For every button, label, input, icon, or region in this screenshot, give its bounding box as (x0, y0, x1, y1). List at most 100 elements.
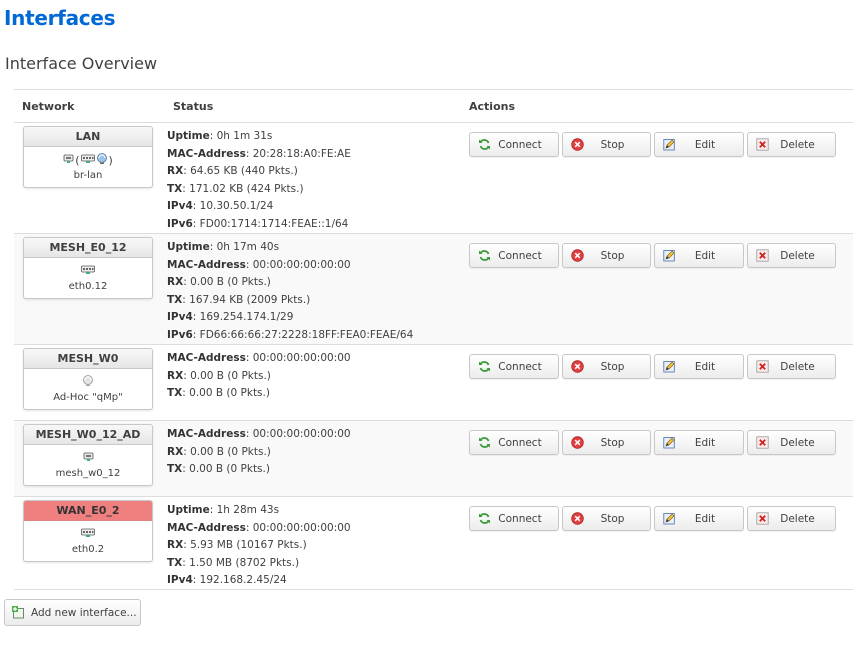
status-line: IPv4: 192.168.2.45/24 (167, 574, 287, 586)
status-label: Uptime (167, 504, 210, 516)
device-icons (24, 263, 152, 279)
status-line: TX: 171.02 KB (424 Pkts.) (167, 182, 304, 195)
device-icons (24, 450, 152, 466)
edit-button[interactable]: Edit (654, 354, 744, 379)
status-label: RX (167, 165, 184, 177)
status-label: IPv4 (167, 311, 193, 323)
status-line: IPv6: FD66:66:66:27:2228:18FF:FEA0:FEAE/… (167, 328, 414, 341)
wifi-icon (96, 153, 108, 167)
status-value: 00:00:00:00:00:00 (252, 258, 351, 271)
stop-button[interactable]: Stop (562, 132, 651, 157)
edit-button[interactable]: Edit (654, 430, 744, 455)
delete-button[interactable]: Delete (747, 430, 836, 455)
status-label: IPv4 (167, 574, 193, 586)
interface-status: Uptime: 0h 1m 31s MAC-Address: 20:28:18:A… (167, 128, 351, 233)
row-actions: Connect Stop Edit Delete (469, 430, 836, 455)
switch-icon (81, 264, 95, 278)
table-row: WAN_E0_2 eth0.2 Uptime: 1h 28m 43s MAC-Addr… (14, 497, 853, 590)
paren-text: ) (108, 153, 113, 167)
row-actions: Connect Stop Edit Delete (469, 132, 836, 157)
status-line: TX: 0.00 B (0 Pkts.) (167, 463, 270, 475)
delete-button[interactable]: Delete (747, 132, 836, 157)
connect-button[interactable]: Connect (469, 354, 559, 379)
table-body: LAN () br-lan Uptime: 0h 1m 31s MAC-Address:… (14, 123, 853, 590)
ethernet-icon (83, 451, 94, 465)
status-label: TX (167, 293, 183, 306)
stop-icon (571, 512, 584, 525)
stop-button[interactable]: Stop (562, 430, 651, 455)
status-label: TX (167, 387, 183, 399)
network-badge[interactable]: MESH_W0_12_AD mesh_w0_12 (23, 424, 153, 486)
wifi-disabled-icon (82, 375, 94, 389)
status-label: Uptime (167, 241, 210, 253)
edit-icon (663, 139, 675, 151)
status-label: MAC-Address (167, 521, 246, 534)
status-value: 169.254.174.1/29 (199, 311, 294, 323)
column-header-network: Network (22, 100, 75, 113)
status-value: 0.00 B (0 Pkts.) (190, 369, 271, 382)
status-line: MAC-Address: 00:00:00:00:00:00 (167, 352, 351, 364)
status-value: 0.00 B (0 Pkts.) (190, 276, 271, 288)
device-icons: () (24, 152, 152, 168)
edit-button[interactable]: Edit (654, 506, 744, 531)
delete-icon (756, 249, 769, 262)
status-value: 00:00:00:00:00:00 (252, 352, 351, 364)
status-line: MAC-Address: 20:28:18:A0:FE:AE (167, 147, 351, 160)
network-badge[interactable]: MESH_E0_12 eth0.12 (23, 237, 153, 299)
status-line: RX: 0.00 B (0 Pkts.) (167, 369, 271, 382)
edit-icon (663, 361, 675, 373)
status-value: 20:28:18:A0:FE:AE (252, 147, 351, 160)
switch-icon (81, 527, 95, 541)
status-line: TX: 167.94 KB (2009 Pkts.) (167, 293, 311, 306)
status-value: 0.00 B (0 Pkts.) (189, 387, 270, 399)
refresh-icon (479, 139, 490, 150)
page-title: Interfaces (4, 6, 116, 30)
status-value: 00:00:00:00:00:00 (252, 428, 351, 440)
status-line: Uptime: 0h 1m 31s (167, 130, 273, 142)
switch-icon (80, 153, 95, 167)
edit-button[interactable]: Edit (654, 243, 744, 268)
add-interface-label: Add new interface... (31, 606, 137, 619)
status-label: MAC-Address (167, 258, 246, 271)
network-badge[interactable]: MESH_W0 Ad-Hoc "qMp" (23, 348, 153, 410)
connect-button[interactable]: Connect (469, 506, 559, 531)
status-value: 0h 17m 40s (216, 241, 280, 253)
column-header-status: Status (173, 100, 214, 113)
connect-button[interactable]: Connect (469, 430, 559, 455)
status-value: 0h 1m 31s (216, 130, 273, 142)
stop-button[interactable]: Stop (562, 506, 651, 531)
status-value: 64.65 KB (440 Pkts.) (190, 165, 298, 177)
status-label: TX (167, 556, 183, 569)
status-value: 5.93 MB (10167 Pkts.) (190, 539, 307, 551)
status-line: RX: 0.00 B (0 Pkts.) (167, 276, 271, 288)
status-label: TX (167, 182, 183, 195)
stop-button[interactable]: Stop (562, 243, 651, 268)
edit-button[interactable]: Edit (654, 132, 744, 157)
add-interface-button[interactable]: Add new interface... (4, 599, 141, 626)
status-label: MAC-Address (167, 147, 246, 160)
row-actions: Connect Stop Edit Delete (469, 354, 836, 379)
status-value: 0.00 B (0 Pkts.) (190, 445, 271, 458)
status-value: 00:00:00:00:00:00 (252, 521, 351, 534)
connect-button[interactable]: Connect (469, 132, 559, 157)
status-label: TX (167, 463, 183, 475)
stop-icon (571, 249, 584, 262)
delete-button[interactable]: Delete (747, 506, 836, 531)
status-label: MAC-Address (167, 428, 246, 440)
status-line: RX: 5.93 MB (10167 Pkts.) (167, 539, 307, 551)
delete-button[interactable]: Delete (747, 354, 836, 379)
section-title: Interface Overview (5, 54, 158, 73)
network-badge[interactable]: LAN () br-lan (23, 126, 153, 188)
network-badge[interactable]: WAN_E0_2 eth0.2 (23, 500, 153, 562)
status-label: IPv6 (167, 217, 193, 230)
table-row: MESH_W0 Ad-Hoc "qMp" MAC-Address: 00:00:00… (14, 345, 853, 421)
column-header-actions: Actions (469, 100, 515, 113)
connect-button[interactable]: Connect (469, 243, 559, 268)
stop-button[interactable]: Stop (562, 354, 651, 379)
interface-status: Uptime: 0h 17m 40s MAC-Address: 00:00:00:… (167, 239, 413, 344)
table-row: MESH_W0_12_AD mesh_w0_12 MAC-Address: 00:0… (14, 421, 853, 497)
row-actions: Connect Stop Edit Delete (469, 506, 836, 531)
status-line: RX: 64.65 KB (440 Pkts.) (167, 165, 298, 177)
edit-icon (663, 250, 675, 262)
delete-button[interactable]: Delete (747, 243, 836, 268)
